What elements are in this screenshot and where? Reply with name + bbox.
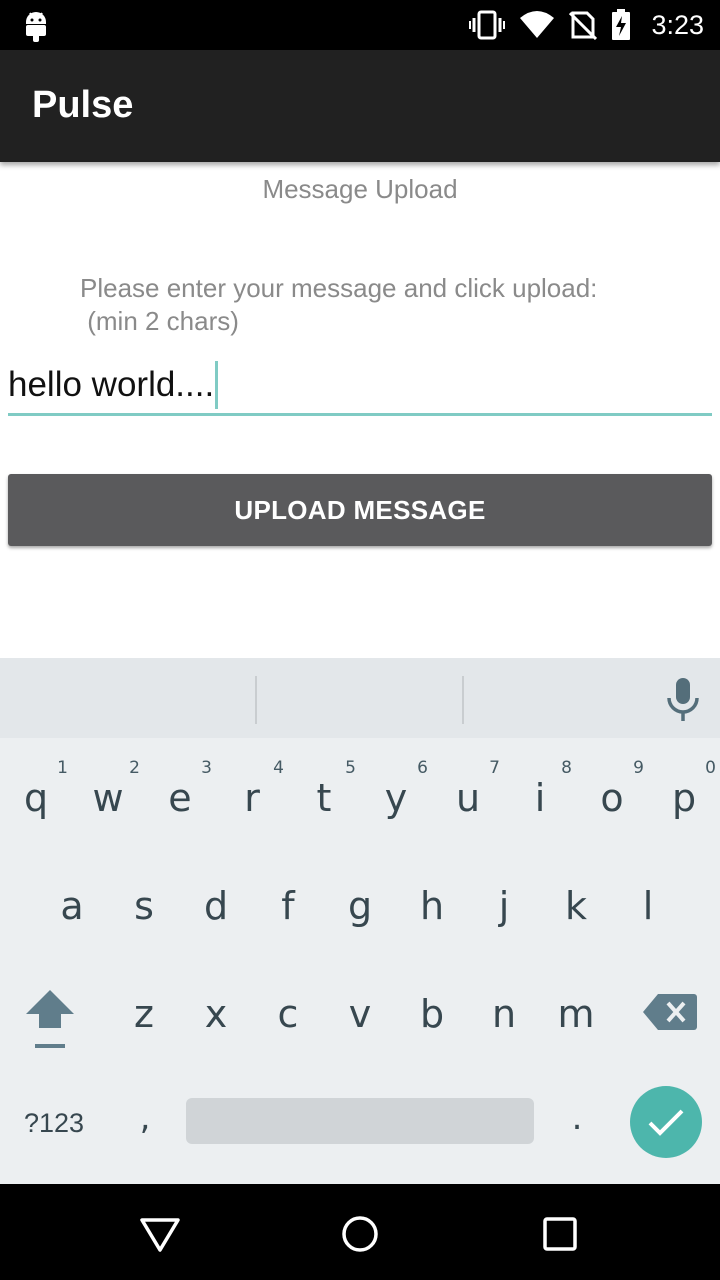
check-icon (648, 1109, 684, 1136)
key-a[interactable]: a (36, 856, 108, 956)
key-label: l (642, 884, 654, 928)
key-s[interactable]: s (108, 856, 180, 956)
page-heading: Message Upload (262, 174, 458, 204)
soft-keyboard: ?123 , . q1w2e3r4t5y6u7i8o9p0asdfghjklzx… (0, 658, 720, 1184)
key-label: z (134, 992, 154, 1036)
android-icon (26, 12, 46, 42)
key-label: n (491, 992, 517, 1036)
key-number-hint: 0 (705, 758, 716, 778)
key-o[interactable]: o9 (576, 748, 648, 848)
key-label: b (419, 992, 445, 1036)
period-key[interactable]: . (550, 1088, 604, 1148)
key-number-hint: 6 (417, 758, 428, 778)
back-icon[interactable] (138, 1212, 182, 1256)
key-e[interactable]: e3 (144, 748, 216, 848)
vibrate-icon (469, 10, 506, 40)
key-label: m (557, 992, 595, 1036)
key-label: u (455, 776, 481, 820)
key-j[interactable]: j (468, 856, 540, 956)
key-i[interactable]: i8 (504, 748, 576, 848)
microphone-icon[interactable] (664, 678, 702, 722)
key-label: f (281, 884, 295, 928)
key-v[interactable]: v (324, 964, 396, 1064)
key-d[interactable]: d (180, 856, 252, 956)
key-number-hint: 9 (633, 758, 644, 778)
key-number-hint: 4 (273, 758, 284, 778)
key-label: k (564, 884, 587, 928)
key-m[interactable]: m (540, 964, 612, 1064)
key-label: r (244, 776, 260, 820)
key-z[interactable]: z (108, 964, 180, 1064)
key-f[interactable]: f (252, 856, 324, 956)
message-input-value[interactable]: hello world.... (8, 365, 214, 405)
key-label: c (277, 992, 299, 1036)
clock: 3:23 (651, 9, 704, 40)
upload-prompt: Please enter your message and click uplo… (80, 273, 598, 336)
key-label: v (348, 992, 372, 1036)
key-number-hint: 2 (129, 758, 140, 778)
comma-key[interactable]: , (118, 1088, 172, 1148)
key-label: a (60, 884, 84, 928)
key-label: w (92, 776, 124, 820)
key-t[interactable]: t5 (288, 748, 360, 848)
key-label: q (23, 776, 49, 820)
key-label: s (134, 884, 154, 928)
key-w[interactable]: w2 (72, 748, 144, 848)
backspace-key[interactable] (642, 992, 698, 1032)
suggestion-divider (255, 676, 257, 724)
key-p[interactable]: p0 (648, 748, 720, 848)
key-number-hint: 5 (345, 758, 356, 778)
shift-key[interactable] (18, 990, 82, 1060)
key-r[interactable]: r4 (216, 748, 288, 848)
done-key[interactable] (630, 1086, 702, 1158)
key-label: g (347, 884, 373, 928)
symbols-key[interactable]: ?123 (8, 1098, 100, 1148)
key-number-hint: 7 (489, 758, 500, 778)
message-input[interactable]: hello world.... (8, 356, 712, 416)
key-number-hint: 1 (57, 758, 68, 778)
key-g[interactable]: g (324, 856, 396, 956)
key-y[interactable]: y6 (360, 748, 432, 848)
key-label: t (316, 776, 332, 820)
no-sim-icon (569, 11, 598, 40)
suggestion-divider (462, 676, 464, 724)
key-q[interactable]: q1 (0, 748, 72, 848)
home-icon[interactable] (338, 1212, 382, 1256)
status-bar: 3:23 (0, 0, 720, 50)
upload-message-button[interactable]: UPLOAD MESSAGE (8, 474, 712, 546)
suggestion-strip (0, 658, 720, 738)
key-label: j (498, 884, 510, 928)
key-label: p (671, 776, 697, 820)
key-label: e (168, 776, 192, 820)
key-label: o (600, 776, 624, 820)
app-title: Pulse (32, 84, 134, 126)
key-x[interactable]: x (180, 964, 252, 1064)
key-h[interactable]: h (396, 856, 468, 956)
key-number-hint: 3 (201, 758, 212, 778)
key-c[interactable]: c (252, 964, 324, 1064)
key-l[interactable]: l (612, 856, 684, 956)
text-cursor (215, 360, 219, 409)
key-n[interactable]: n (468, 964, 540, 1064)
key-label: i (534, 776, 546, 820)
wifi-icon (520, 11, 555, 38)
space-key[interactable] (186, 1098, 534, 1144)
key-label: x (204, 992, 228, 1036)
app-bar: Pulse (0, 50, 720, 162)
key-b[interactable]: b (396, 964, 468, 1064)
navigation-bar (0, 1184, 720, 1280)
key-label: h (419, 884, 445, 928)
key-number-hint: 8 (561, 758, 572, 778)
key-label: y (384, 776, 408, 820)
battery-charging-icon (612, 9, 631, 40)
key-k[interactable]: k (540, 856, 612, 956)
key-u[interactable]: u7 (432, 748, 504, 848)
recents-icon[interactable] (538, 1212, 582, 1256)
key-label: d (203, 884, 229, 928)
